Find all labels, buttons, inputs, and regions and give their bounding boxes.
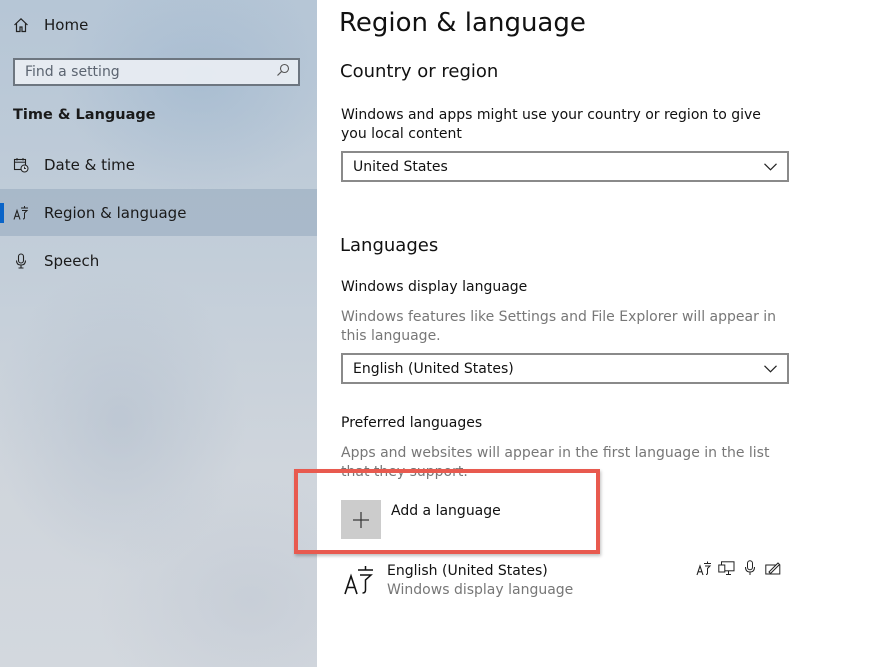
selected-indicator xyxy=(0,203,4,223)
speech-icon xyxy=(741,560,758,576)
handwriting-icon xyxy=(764,560,781,576)
display-language-label: Windows display language xyxy=(341,279,528,295)
preferred-languages-label: Preferred languages xyxy=(341,415,483,431)
sidebar-item-label: Home xyxy=(44,16,89,34)
languages-heading: Languages xyxy=(340,235,439,256)
search-placeholder: Find a setting xyxy=(25,64,120,80)
sidebar-item-date-time[interactable]: Date & time xyxy=(0,152,317,178)
sidebar-item-home[interactable]: Home xyxy=(0,12,317,38)
sidebar-item-label: Region & language xyxy=(44,203,187,222)
chevron-down-icon xyxy=(764,361,777,377)
sidebar-item-label: Date & time xyxy=(44,156,135,174)
search-icon[interactable] xyxy=(276,63,290,81)
country-dropdown[interactable]: United States xyxy=(341,151,789,182)
page-title: Region & language xyxy=(339,8,586,38)
country-description: Windows and apps might use your country … xyxy=(341,107,761,142)
language-name: English (United States) xyxy=(387,563,548,579)
language-list-item[interactable]: English (United States) Windows display … xyxy=(343,562,573,600)
highlight-annotation xyxy=(294,469,600,554)
sidebar-item-speech[interactable]: Speech xyxy=(0,248,317,274)
language-icon xyxy=(343,564,377,598)
sidebar-item-region-language[interactable]: Region & language xyxy=(0,189,317,236)
language-subtitle: Windows display language xyxy=(387,582,574,598)
calendar-clock-icon xyxy=(13,157,29,173)
chevron-down-icon xyxy=(764,159,777,175)
display-icon xyxy=(718,560,735,576)
search-input[interactable]: Find a setting xyxy=(13,58,300,86)
sidebar-section-title: Time & Language xyxy=(13,107,156,123)
display-language-dropdown[interactable]: English (United States) xyxy=(341,353,789,384)
display-language-selected-value: English (United States) xyxy=(353,360,514,377)
language-pack-icon xyxy=(695,560,712,576)
display-language-description: Windows features like Settings and File … xyxy=(341,309,777,344)
country-heading: Country or region xyxy=(340,61,499,82)
sidebar: Home Find a setting Time & Language Date… xyxy=(0,0,317,667)
main-content: Region & language Country or region Wind… xyxy=(294,0,896,667)
language-feature-icons xyxy=(695,560,781,576)
microphone-icon xyxy=(13,253,29,269)
country-selected-value: United States xyxy=(353,158,448,175)
home-icon xyxy=(13,17,29,33)
language-icon xyxy=(13,205,29,221)
sidebar-item-label: Speech xyxy=(44,252,100,270)
